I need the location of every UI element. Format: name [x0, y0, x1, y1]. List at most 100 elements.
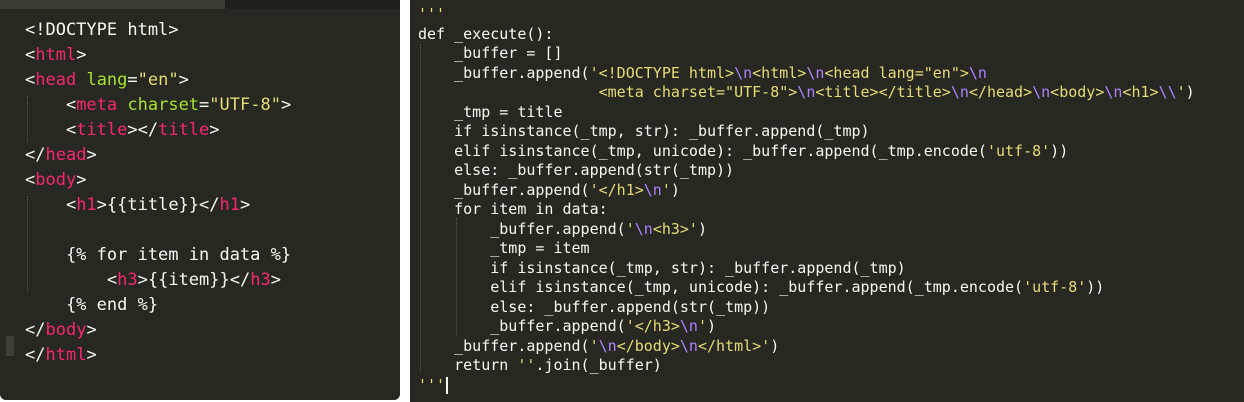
code-token: meta: [76, 95, 118, 115]
left-code-editor[interactable]: <!DOCTYPE html> <html> <head lang="en"> <m…: [0, 0, 400, 400]
code-token: >: [178, 70, 189, 90]
code-line: elif isinstance(_tmp, unicode): _buffer.…: [418, 278, 1195, 298]
code-token: \n: [797, 83, 816, 101]
code-token: .join(_buffer): [535, 356, 662, 374]
code-token: _buffer.append(: [418, 180, 590, 199]
code-token: ': [1176, 83, 1186, 101]
code-token: ': [625, 219, 635, 238]
code-token: \n: [1104, 83, 1123, 101]
code-token: \n: [734, 63, 753, 82]
code-token: {% end %}: [25, 295, 159, 315]
code-line: <!DOCTYPE html>: [25, 18, 291, 43]
code-token: </: [25, 320, 46, 340]
code-token: >: [280, 95, 292, 115]
code-token: ): [670, 180, 680, 199]
code-token: elif isinstance(_tmp, unicode): _buffer.…: [418, 141, 987, 160]
html-template-code[interactable]: <!DOCTYPE html> <html> <head lang="en"> <m…: [25, 18, 291, 368]
code-token: '<!DOCTYPE html>: [589, 63, 735, 82]
code-token: _buffer.append(: [418, 317, 626, 335]
text-cursor: [446, 376, 449, 394]
code-token: <: [25, 95, 77, 115]
code-line: <meta charset="UTF-8">: [25, 93, 291, 118]
code-line: def _execute():: [418, 25, 1195, 45]
code-token: >: [209, 120, 220, 140]
python-generated-code[interactable]: ''' def _execute(): _buffer = [] _buffer.…: [418, 5, 1195, 395]
code-line: _buffer.append('</h1>\n'): [418, 181, 1195, 201]
code-token: for item in data:: [418, 200, 608, 218]
code-token: \n: [950, 83, 969, 101]
code-token: ': [697, 317, 707, 335]
code-token: >: [76, 45, 87, 65]
code-line: <title></title>: [25, 118, 291, 143]
code-token: >{{title}}</: [96, 195, 220, 215]
code-token: body: [35, 170, 77, 190]
code-token: >: [239, 195, 251, 215]
code-token: _buffer.append(: [418, 63, 590, 82]
code-token: title: [76, 120, 128, 140]
code-line: <html>: [25, 43, 291, 68]
code-token: <: [25, 170, 36, 190]
code-token: </: [25, 345, 46, 365]
code-line: <h1>{{title}}</h1>: [25, 193, 291, 218]
code-token: '</h1>: [589, 180, 644, 199]
code-token: ): [770, 336, 780, 355]
editor-tab: [0, 0, 225, 9]
code-token: ''': [418, 5, 446, 23]
code-token: 'utf-8': [986, 141, 1051, 160]
code-token: ': [661, 180, 671, 199]
code-line: </body>: [25, 318, 291, 343]
editor-tab-bar: [0, 0, 400, 9]
code-token: \n: [1032, 83, 1051, 101]
code-line: if isinstance(_tmp, str): _buffer.append…: [418, 259, 1195, 279]
code-token: return: [418, 356, 518, 374]
code-token: <html>: [752, 63, 807, 82]
code-token: else: _buffer.append(str(_tmp)): [418, 161, 735, 179]
code-token: \\: [1158, 83, 1177, 101]
code-token: h1: [219, 195, 240, 215]
code-line: {% end %}: [25, 293, 291, 318]
code-line: <h3>{{item}}</h3>: [25, 268, 291, 293]
code-line: _tmp = title: [418, 103, 1195, 123]
code-token: <: [25, 45, 36, 65]
code-token: <: [25, 70, 36, 90]
code-token: lang: [86, 70, 128, 90]
code-token: \n: [634, 219, 653, 238]
code-token: if isinstance(_tmp, str): _buffer.append…: [418, 122, 870, 140]
code-token: )): [1086, 278, 1105, 296]
code-token: <h3>': [652, 219, 698, 238]
code-token: _buffer.append(: [418, 336, 590, 355]
code-token: >{{item}}</: [137, 270, 251, 290]
code-line: ''': [418, 376, 1195, 396]
code-token: <meta charset="UTF-8">: [418, 83, 798, 101]
current-line-gutter-marker: [6, 336, 14, 356]
code-token: >: [86, 345, 97, 365]
code-token: <head lang="en">: [824, 63, 969, 82]
code-line: else: _buffer.append(str(_tmp)): [418, 161, 1195, 181]
code-token: \n: [806, 63, 825, 82]
code-token: <: [25, 270, 118, 290]
code-token: ): [1185, 83, 1195, 101]
code-token: head: [45, 145, 87, 165]
code-token: <: [25, 195, 77, 215]
code-line: ''': [418, 5, 1195, 25]
code-token: </head>: [968, 83, 1033, 101]
code-token: h3: [117, 270, 138, 290]
code-token: head: [35, 70, 77, 90]
code-line: elif isinstance(_tmp, unicode): _buffer.…: [418, 142, 1195, 162]
code-line: _buffer.append('</h3>\n'): [418, 317, 1195, 337]
code-token: '': [517, 356, 536, 374]
code-token: >: [86, 145, 97, 165]
right-code-editor[interactable]: ''' def _execute(): _buffer = [] _buffer.…: [410, 0, 1244, 402]
code-token: <title></title>: [815, 83, 951, 101]
code-token: '</h3>: [625, 317, 680, 335]
code-token: h3: [250, 270, 271, 290]
code-token: _buffer.append(: [418, 219, 626, 238]
code-token: ></: [127, 120, 159, 140]
code-token: 'utf-8': [1023, 278, 1087, 296]
code-line: </html>: [25, 343, 291, 368]
code-line: </head>: [25, 143, 291, 168]
code-token: >: [86, 320, 97, 340]
code-token: title: [158, 120, 210, 140]
code-token: <h1>: [1122, 83, 1159, 101]
